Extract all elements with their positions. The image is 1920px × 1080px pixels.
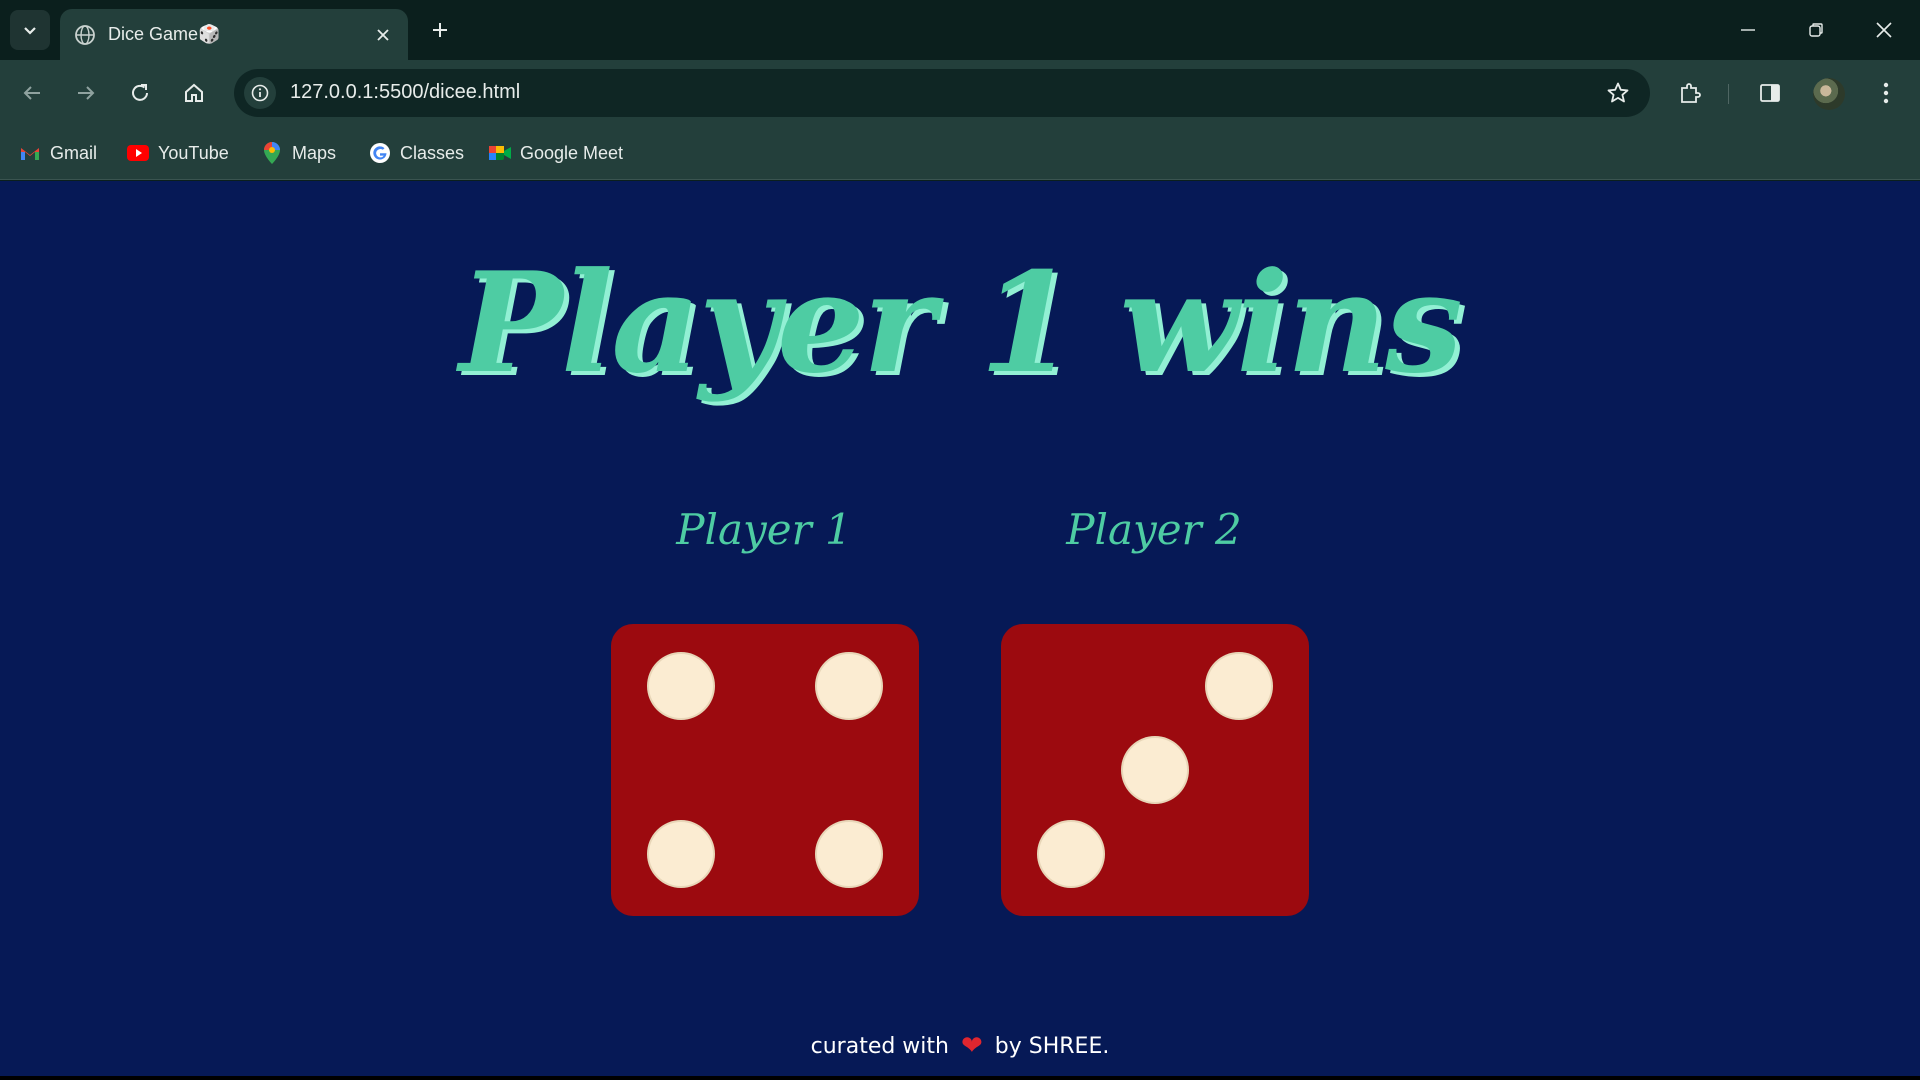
home-button[interactable] <box>176 75 212 111</box>
restore-button[interactable] <box>1782 0 1850 60</box>
die-pip <box>1123 738 1187 802</box>
bookmark-gmail[interactable]: Gmail <box>18 140 97 166</box>
extensions-button[interactable] <box>1674 77 1706 109</box>
meet-icon <box>488 141 512 165</box>
youtube-icon <box>126 141 150 165</box>
die-pip <box>649 654 713 718</box>
close-window-button[interactable] <box>1850 0 1918 60</box>
tab-strip: Dice Game🎲 <box>0 0 1920 60</box>
globe-icon <box>75 24 95 45</box>
minimize-icon <box>1741 29 1755 31</box>
footer-suffix: by SHREE. <box>994 1033 1110 1059</box>
bookmark-youtube[interactable]: YouTube <box>126 140 229 166</box>
bookmark-classes[interactable]: Classes <box>368 140 464 166</box>
player-2-label: Player 2 <box>1066 505 1242 554</box>
player-1-die <box>611 624 919 916</box>
gmail-icon <box>18 141 42 165</box>
bookmark-label: YouTube <box>158 142 229 163</box>
bookmark-label: Maps <box>292 142 337 163</box>
player-2-die <box>1001 624 1309 916</box>
page-content: Player 1 wins Player 1 Player 2 curated … <box>0 181 1920 1080</box>
die-pip <box>817 822 881 886</box>
arrow-left-icon <box>23 86 40 100</box>
bookmarks-bar: Gmail YouTube Maps Classes Google Meet <box>0 126 1920 180</box>
die-pip <box>1039 822 1103 886</box>
puzzle-icon <box>1681 83 1701 103</box>
close-icon <box>1876 22 1892 38</box>
bookmark-google-meet[interactable]: Google Meet <box>488 140 623 166</box>
side-panel-icon <box>1760 84 1780 102</box>
die-pip <box>817 654 881 718</box>
arrow-right-icon <box>78 86 95 100</box>
die-pip <box>1207 654 1271 718</box>
bookmark-label: Google Meet <box>520 142 624 163</box>
bookmark-label: Gmail <box>50 142 98 163</box>
tab-close-button[interactable] <box>372 24 394 46</box>
browser-toolbar: 127.0.0.1:5500/dicee.html <box>0 60 1920 126</box>
bookmark-label: Classes <box>400 142 465 163</box>
maps-icon <box>260 141 284 165</box>
tab-search-button[interactable] <box>10 10 50 50</box>
footer-credit: curated with ❤ by SHREE. <box>0 1031 1920 1061</box>
result-headline: Player 1 wins <box>459 241 1463 404</box>
die-pip <box>649 822 713 886</box>
player-1-label: Player 1 <box>676 505 852 554</box>
window-bottom-edge <box>0 1076 1920 1080</box>
forward-button[interactable] <box>68 75 104 111</box>
bookmark-maps[interactable]: Maps <box>260 140 336 166</box>
plus-icon <box>433 23 447 37</box>
info-icon <box>251 84 269 102</box>
menu-button[interactable] <box>1870 77 1902 109</box>
side-panel-button[interactable] <box>1754 77 1786 109</box>
footer-prefix: curated with <box>810 1033 949 1059</box>
close-icon <box>377 28 389 41</box>
active-tab[interactable]: Dice Game🎲 <box>60 9 408 60</box>
home-icon <box>185 83 203 102</box>
kebab-menu-icon <box>1883 82 1889 104</box>
new-tab-button[interactable] <box>424 14 456 46</box>
chevron-down-icon <box>24 27 36 35</box>
google-icon <box>368 141 392 165</box>
toolbar-separator <box>1728 84 1729 104</box>
tab-title: Dice Game🎲 <box>108 24 221 44</box>
reload-button[interactable] <box>122 75 158 111</box>
address-bar[interactable]: 127.0.0.1:5500/dicee.html <box>234 69 1650 117</box>
heart-icon: ❤ <box>960 1031 983 1061</box>
site-info-button[interactable] <box>244 77 276 109</box>
reload-icon <box>132 84 148 101</box>
bookmark-star-icon[interactable] <box>1606 81 1630 105</box>
minimize-button[interactable] <box>1714 0 1782 60</box>
profile-avatar[interactable] <box>1813 78 1845 110</box>
back-button[interactable] <box>14 75 50 111</box>
restore-icon <box>1809 23 1823 37</box>
url-text: 127.0.0.1:5500/dicee.html <box>290 81 521 103</box>
